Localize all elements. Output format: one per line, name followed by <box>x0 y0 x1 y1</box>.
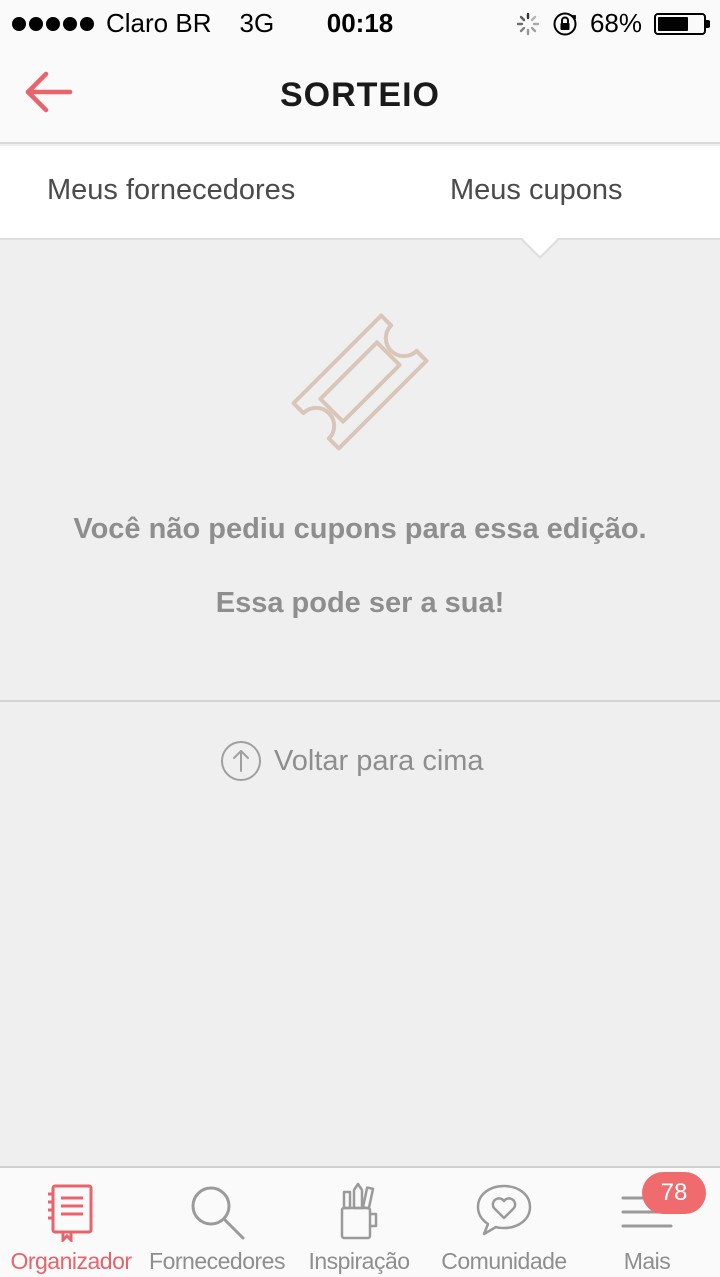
notification-badge: 78 <box>642 1172 706 1214</box>
page-title: SORTEIO <box>279 76 441 114</box>
tab-comunidade[interactable]: Comunidade <box>432 1168 576 1277</box>
notebook-icon <box>48 1184 93 1242</box>
nav-header: SORTEIO <box>0 46 720 144</box>
tab-label-inspiracao: Inspiração <box>308 1248 410 1274</box>
battery-percent: 68% <box>589 8 642 38</box>
coupon-ticket-icon <box>291 313 429 451</box>
section-divider <box>0 700 720 702</box>
empty-state-submessage: Essa pode ser a sua! <box>215 587 505 619</box>
segment-tabs: Meus fornecedores Meus cupons <box>0 146 720 240</box>
back-to-top-button[interactable]: Voltar para cima <box>220 740 484 782</box>
bottom-tab-bar: Organizador Fornecedores Inspiração Comu… <box>0 1166 720 1277</box>
heart-chat-icon <box>476 1184 532 1236</box>
status-bar: Claro BR 3G 00:18 68% <box>0 0 720 46</box>
tab-fornecedores[interactable]: Fornecedores <box>146 1168 288 1277</box>
loading-spinner-icon <box>516 12 540 35</box>
orientation-lock-icon <box>553 12 577 35</box>
battery-icon <box>654 12 710 35</box>
tab-meus-cupons[interactable]: Meus cupons <box>450 174 623 207</box>
arrow-up-circle-icon <box>221 741 261 781</box>
back-to-top-label: Voltar para cima <box>274 744 484 777</box>
tab-label-organizador: Organizador <box>10 1248 132 1274</box>
tab-label-fornecedores: Fornecedores <box>149 1248 285 1274</box>
tab-label-mais: Mais <box>623 1248 671 1274</box>
battery-fill <box>658 16 688 31</box>
empty-state-message: Você não pediu cupons para essa edição. <box>73 513 647 545</box>
status-right: 68% <box>516 8 710 39</box>
tab-inspiracao[interactable]: Inspiração <box>292 1168 426 1277</box>
tab-label-comunidade: Comunidade <box>441 1248 567 1274</box>
tab-meus-fornecedores[interactable]: Meus fornecedores <box>47 174 295 207</box>
search-icon <box>191 1186 245 1240</box>
pencil-cup-icon <box>340 1182 378 1240</box>
tab-organizador[interactable]: Organizador <box>0 1168 142 1277</box>
